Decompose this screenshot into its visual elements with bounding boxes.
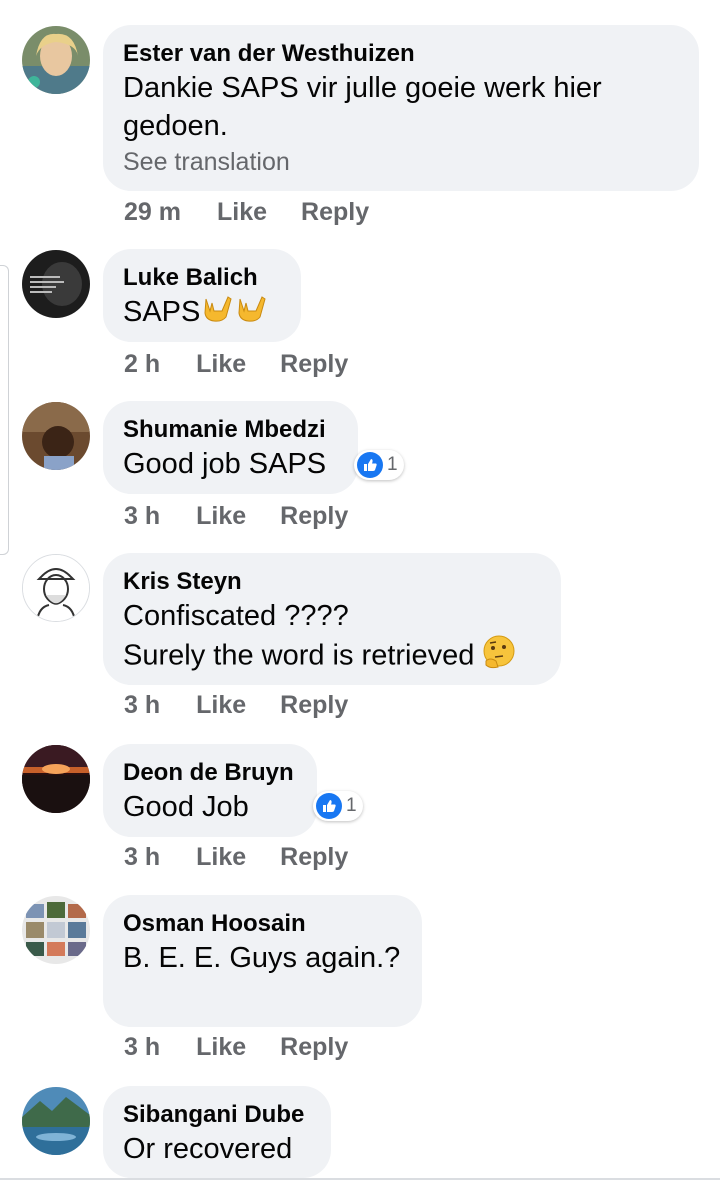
reply-button[interactable]: Reply [280, 350, 348, 378]
thumbs-up-icon [357, 452, 383, 478]
avatar[interactable] [22, 896, 90, 964]
see-translation-link[interactable]: See translation [123, 145, 679, 179]
avatar[interactable] [22, 554, 90, 622]
author-name[interactable]: Ester van der Westhuizen [123, 39, 679, 69]
like-button[interactable]: Like [196, 350, 246, 378]
author-name[interactable]: Shumanie Mbedzi [123, 415, 338, 445]
comment-text-line: gedoen. [123, 110, 228, 142]
like-button[interactable]: Like [196, 502, 246, 530]
avatar[interactable] [22, 250, 90, 318]
like-button[interactable]: Like [196, 691, 246, 719]
thumbs-up-icon [316, 793, 342, 819]
avatar[interactable] [22, 745, 90, 813]
comment-actions: 29 m Like Reply [124, 198, 403, 227]
comment-text-line: Good Job [123, 791, 249, 823]
comment-bubble[interactable]: Kris Steyn Confiscated ???? Surely the w… [103, 553, 561, 685]
reaction-summary[interactable]: 1 [313, 791, 363, 821]
comment-bubble[interactable]: Osman Hoosain B. E. E. Guys again.? [103, 895, 422, 1027]
reply-button[interactable]: Reply [301, 198, 369, 226]
timestamp[interactable]: 3 h [124, 502, 160, 530]
thinking-face-icon [482, 635, 516, 679]
comment-actions: 3 h Like Reply [124, 1033, 382, 1062]
divider [0, 1178, 720, 1180]
author-name[interactable]: Deon de Bruyn [123, 758, 297, 788]
like-button[interactable]: Like [217, 198, 267, 226]
timestamp[interactable]: 3 h [124, 691, 160, 719]
comment-actions: 3 h Like Reply [124, 843, 382, 872]
reaction-count: 1 [387, 454, 398, 475]
timestamp[interactable]: 2 h [124, 350, 160, 378]
like-button[interactable]: Like [196, 843, 246, 871]
comment-actions: 3 h Like Reply [124, 691, 382, 720]
reply-button[interactable]: Reply [280, 691, 348, 719]
comment-text: Surely the word is retrieved [123, 639, 475, 672]
comment-text: SAPS [123, 296, 201, 328]
comment-bubble[interactable]: Luke Balich SAPS [103, 249, 301, 342]
author-name[interactable]: Osman Hoosain [123, 909, 402, 939]
comment-text-line: SAPS [123, 293, 281, 333]
comment-text-line: Confiscated ???? [123, 600, 349, 632]
previous-comment-cutoff [300, 0, 346, 4]
author-name[interactable]: Kris Steyn [123, 567, 541, 597]
avatar[interactable] [22, 1087, 90, 1155]
avatar[interactable] [22, 402, 90, 470]
author-name[interactable]: Sibangani Dube [123, 1100, 311, 1130]
comment-bubble[interactable]: Deon de Bruyn Good Job [103, 744, 317, 837]
comment-text-line: B. E. E. Guys again.? [123, 942, 401, 974]
sign-of-horns-icon [234, 293, 268, 333]
reaction-count: 1 [346, 795, 357, 816]
edge-scroll-handle[interactable] [0, 265, 9, 555]
timestamp[interactable]: 29 m [124, 198, 181, 226]
comment-actions: 2 h Like Reply [124, 350, 382, 379]
reply-button[interactable]: Reply [280, 1033, 348, 1061]
timestamp[interactable]: 3 h [124, 1033, 160, 1061]
comment-text-line: Dankie SAPS vir julle goeie werk hier [123, 72, 602, 104]
comment-bubble[interactable]: Sibangani Dube Or recovered [103, 1086, 331, 1178]
comment-text-line: Good job SAPS [123, 448, 327, 480]
reply-button[interactable]: Reply [280, 843, 348, 871]
author-name[interactable]: Luke Balich [123, 263, 281, 293]
reply-button[interactable]: Reply [280, 502, 348, 530]
comment-bubble[interactable]: Ester van der Westhuizen Dankie SAPS vir… [103, 25, 699, 191]
timestamp[interactable]: 3 h [124, 843, 160, 871]
avatar[interactable] [22, 26, 90, 94]
sign-of-horns-icon [200, 293, 234, 333]
comment-text-line: Or recovered [123, 1133, 293, 1165]
reaction-summary[interactable]: 1 [354, 450, 404, 480]
comment-text-line: Surely the word is retrieved [123, 635, 541, 679]
like-button[interactable]: Like [196, 1033, 246, 1061]
comment-bubble[interactable]: Shumanie Mbedzi Good job SAPS [103, 401, 358, 494]
comment-actions: 3 h Like Reply [124, 502, 382, 531]
